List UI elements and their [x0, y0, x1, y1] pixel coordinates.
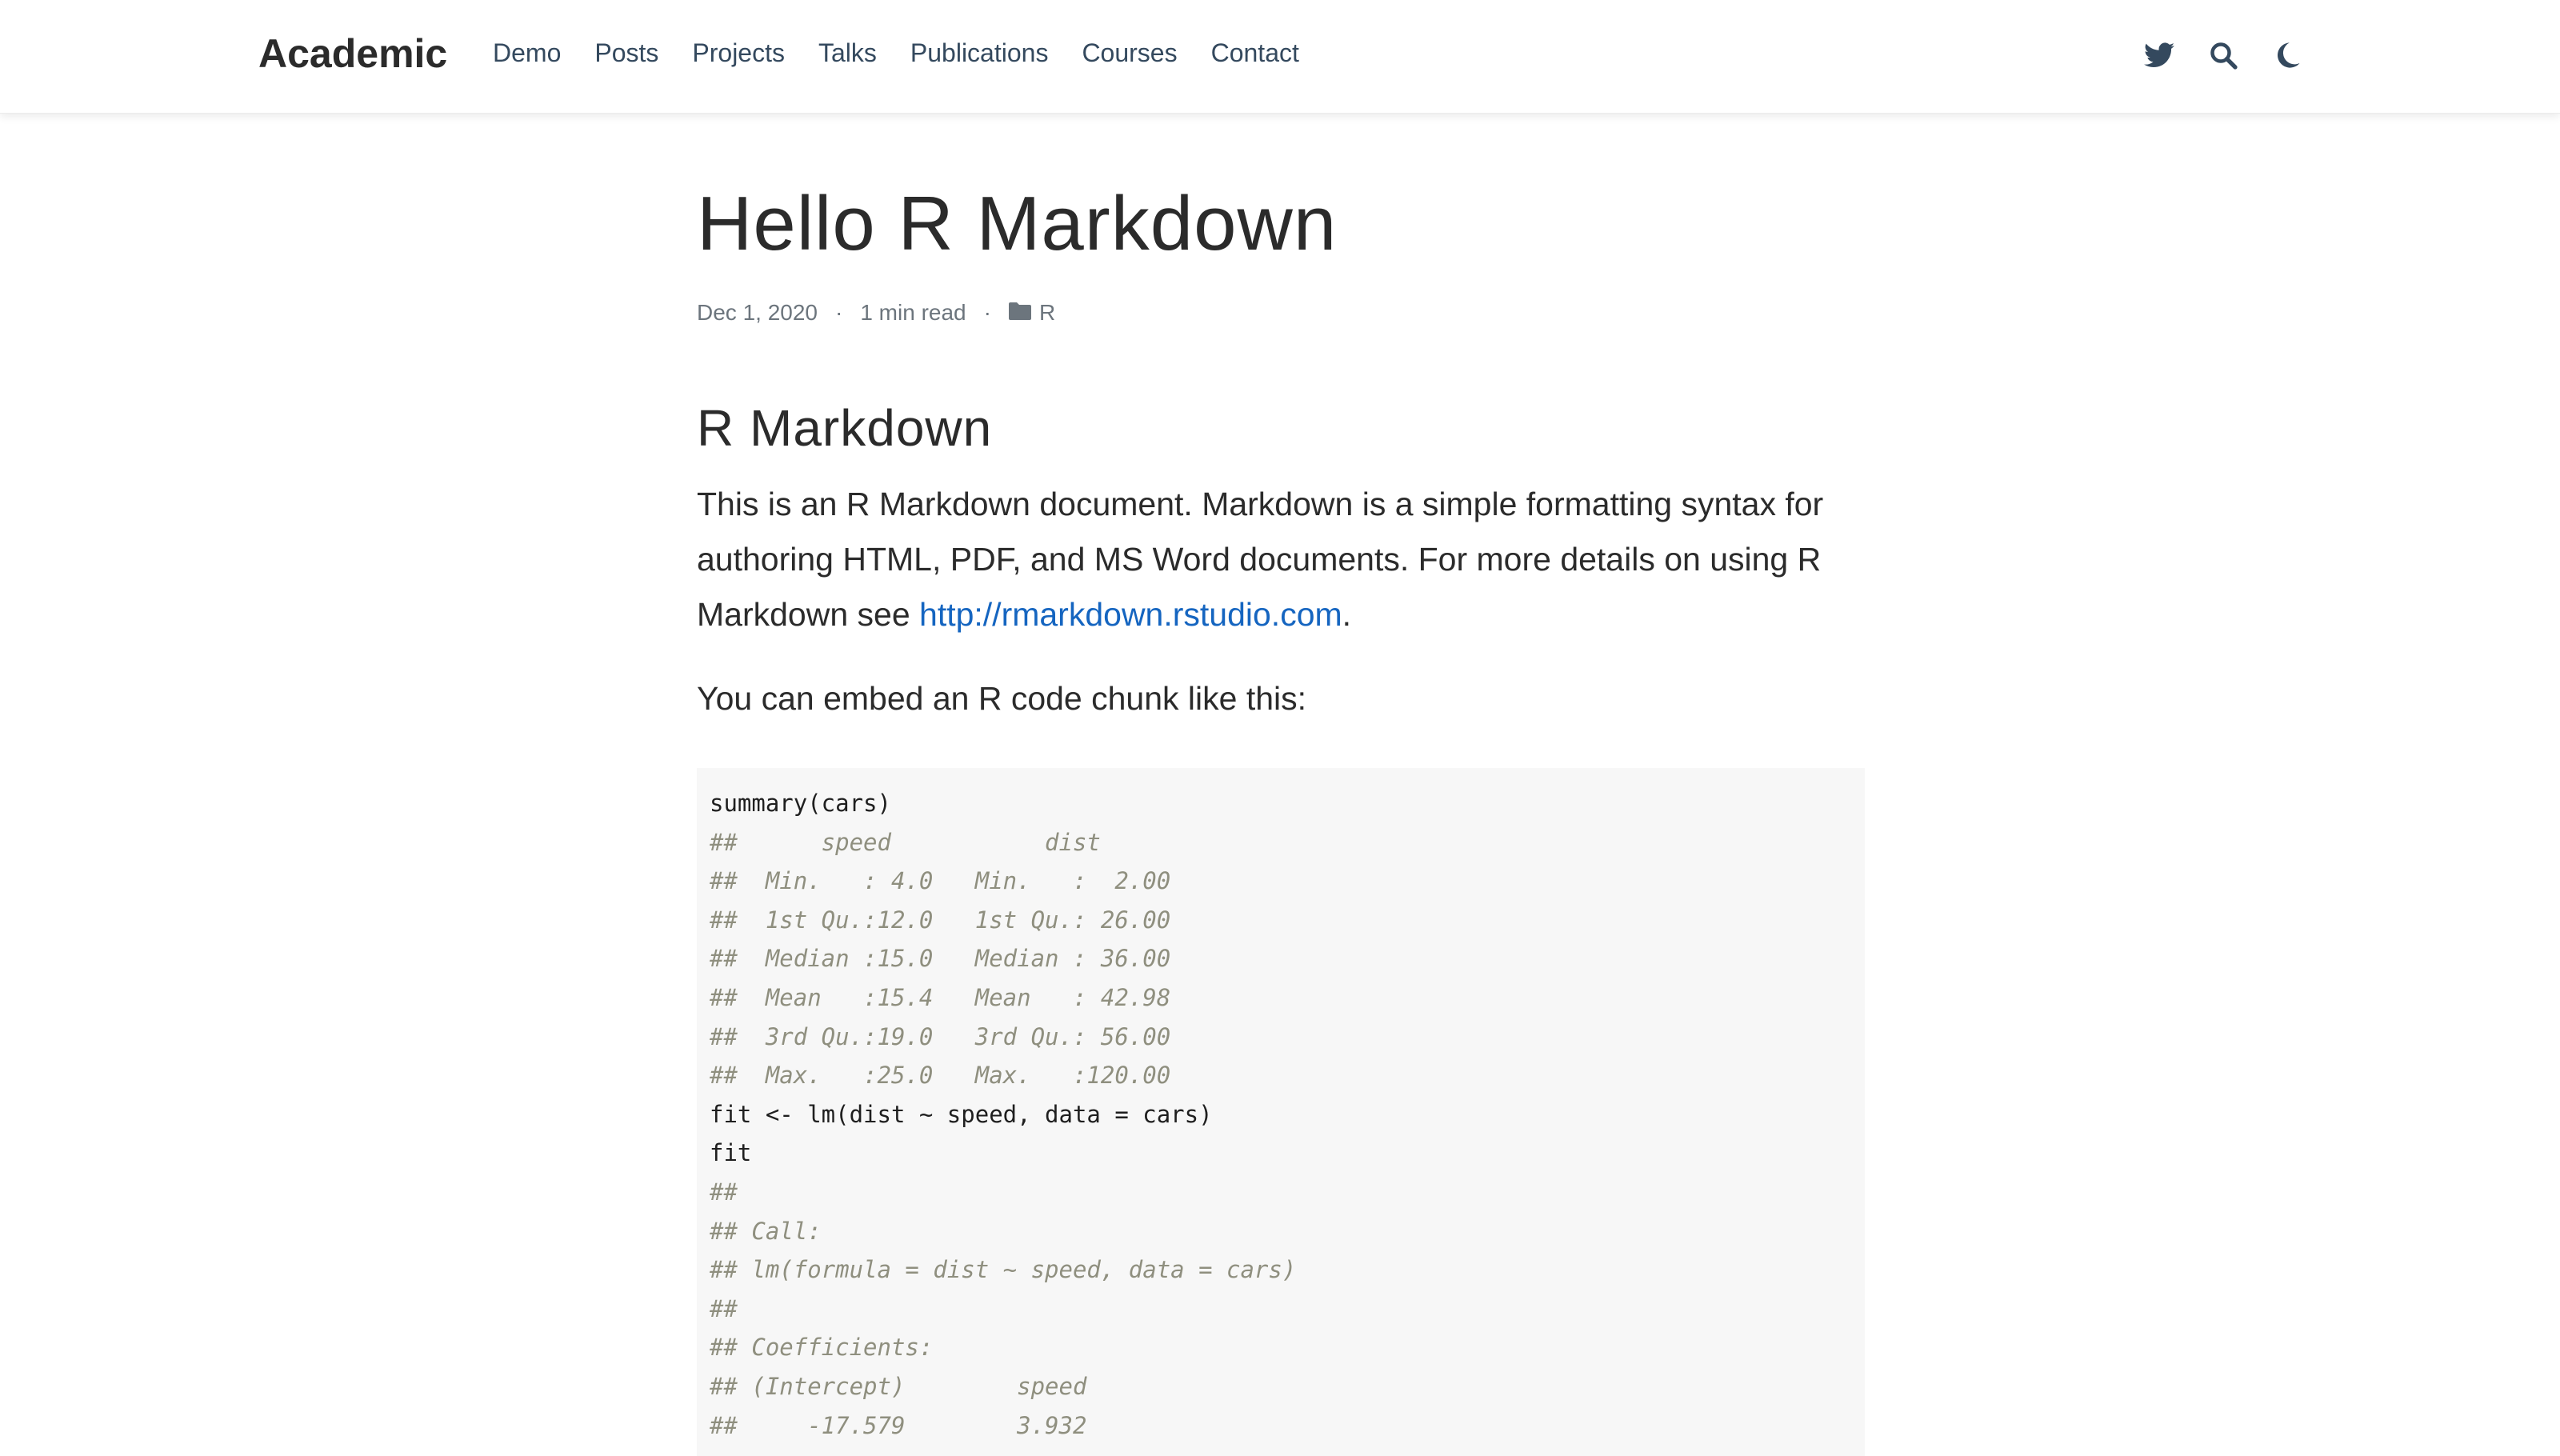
read-time: 1 min read [860, 300, 966, 325]
site-logo[interactable]: Academic [258, 30, 447, 77]
output-line: ## Median :15.0 Median : 36.00 [710, 945, 1199, 973]
post-date: Dec 1, 2020 [697, 300, 818, 325]
output-line: ## Coefficients: [710, 1334, 934, 1362]
search-icon[interactable] [2205, 37, 2242, 74]
nav-item-publications[interactable]: Publications [910, 38, 1049, 68]
output-line: ## Min. : 4.0 Min. : 2.00 [710, 867, 1199, 895]
code-intro-paragraph: You can embed an R code chunk like this: [697, 680, 1307, 717]
twitter-icon[interactable] [2141, 37, 2178, 74]
output-line: ## [710, 1294, 752, 1322]
code-line: fit <- lm(dist ~ speed, data = cars) [710, 1100, 1213, 1128]
nav-menu: Demo Posts Projects Talks Publications C… [493, 38, 1333, 68]
category-link[interactable]: R [1039, 300, 1055, 326]
output-line: ## 3rd Qu.:19.0 3rd Qu.: 56.00 [710, 1022, 1199, 1050]
nav-item-courses[interactable]: Courses [1082, 38, 1177, 68]
folder-icon [1008, 300, 1031, 326]
rmarkdown-link[interactable]: http://rmarkdown.rstudio.com [919, 596, 1342, 633]
output-line: ## speed dist [710, 828, 1199, 856]
nav-item-posts[interactable]: Posts [594, 38, 658, 68]
code-line: fit [710, 1139, 752, 1167]
nav-item-projects[interactable]: Projects [692, 38, 785, 68]
output-line: ## (Intercept) speed [710, 1372, 1115, 1400]
page-title: Hello R Markdown [697, 181, 1338, 266]
moon-icon[interactable] [2269, 37, 2306, 74]
code-block: summary(cars) ## speed dist ## Min. : 4.0… [697, 768, 1865, 1456]
output-line: ## Call: [710, 1217, 822, 1245]
output-line: ## -17.579 3.932 [710, 1411, 1115, 1439]
nav-item-talks[interactable]: Talks [818, 38, 877, 68]
intro-paragraph: This is an R Markdown document. Markdown… [697, 477, 1865, 642]
navbar: Academic Demo Posts Projects Talks Publi… [0, 0, 2560, 114]
section-heading: R Markdown [697, 399, 993, 457]
intro-end: . [1342, 596, 1352, 633]
article-meta: Dec 1, 2020 · 1 min read · R [697, 300, 1056, 326]
output-line: ## lm(formula = dist ~ speed, data = car… [710, 1256, 1297, 1284]
output-line: ## Max. :25.0 Max. :120.00 [710, 1062, 1199, 1090]
output-line: ## 1st Qu.:12.0 1st Qu.: 26.00 [710, 906, 1199, 934]
nav-item-demo[interactable]: Demo [493, 38, 561, 68]
output-line: ## Mean :15.4 Mean : 42.98 [710, 983, 1199, 1011]
nav-item-contact[interactable]: Contact [1211, 38, 1299, 68]
output-line: ## [710, 1178, 752, 1206]
code-line: summary(cars) [710, 790, 891, 817]
